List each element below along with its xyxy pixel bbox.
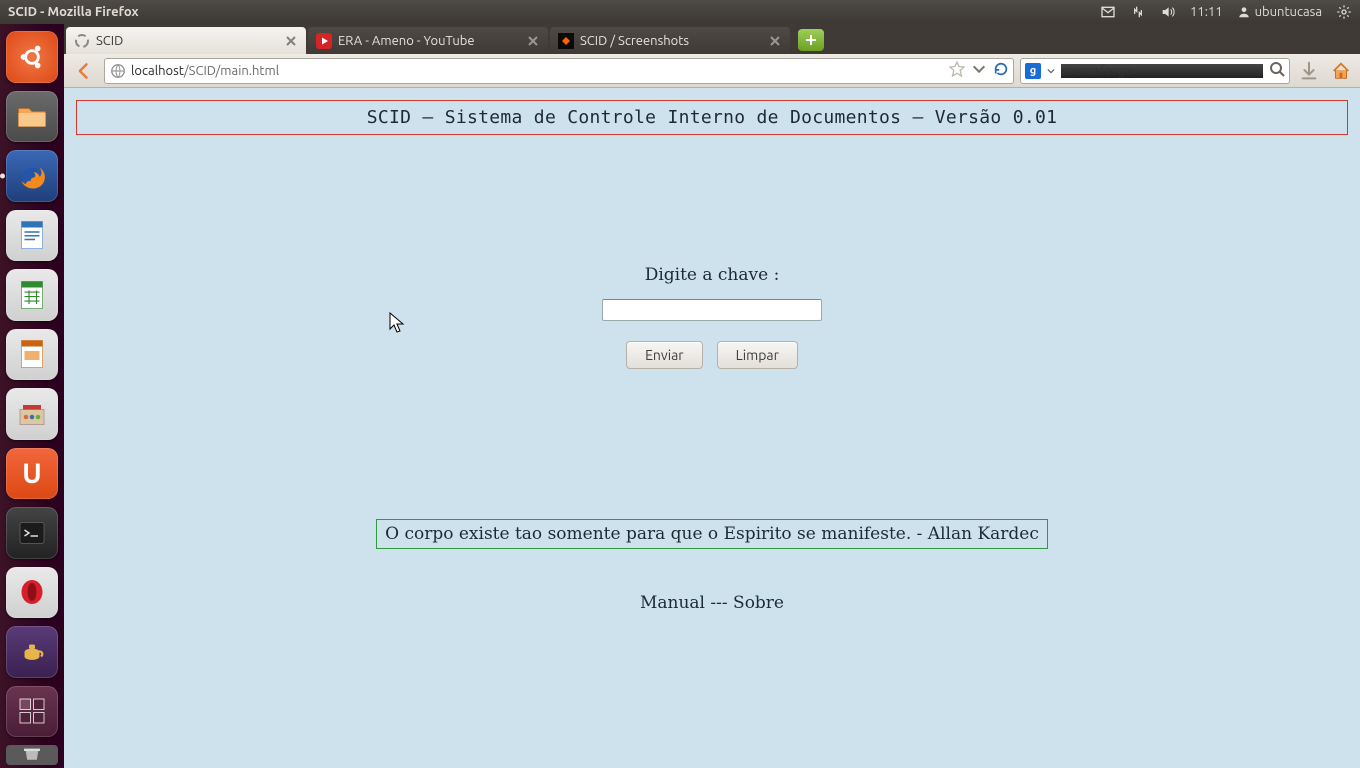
- volume-icon[interactable]: [1160, 4, 1176, 20]
- launcher-ubuntu-one[interactable]: U: [6, 448, 58, 500]
- launcher-terminal[interactable]: [6, 507, 58, 559]
- bookmark-star-icon[interactable]: [949, 61, 965, 80]
- search-bar[interactable]: g sourceforge: [1020, 58, 1290, 84]
- close-tab-icon[interactable]: [768, 34, 782, 48]
- about-link[interactable]: Sobre: [733, 593, 784, 613]
- youtube-favicon-icon: [316, 33, 332, 49]
- system-indicators: 11:11 ubuntucasa: [1100, 4, 1352, 20]
- firefox-window: SCID ERA - Ameno - YouTube SCID / Screen: [64, 24, 1360, 768]
- dropdown-history-icon[interactable]: [971, 61, 987, 80]
- manual-link[interactable]: Manual: [640, 593, 705, 613]
- home-button[interactable]: [1328, 58, 1354, 84]
- unity-launcher: U: [0, 24, 64, 768]
- tab-label: SCID: [96, 34, 278, 48]
- google-engine-icon[interactable]: g: [1025, 63, 1041, 79]
- back-button[interactable]: [70, 57, 98, 85]
- dash-home[interactable]: [6, 31, 58, 83]
- username: ubuntucasa: [1255, 5, 1322, 19]
- launcher-app-generic[interactable]: [6, 626, 58, 678]
- launcher-calc[interactable]: [6, 269, 58, 321]
- search-go-icon[interactable]: [1269, 61, 1285, 80]
- quote-box: O corpo existe tao somente para que o Es…: [376, 519, 1048, 549]
- tab-label: SCID / Screenshots: [580, 34, 762, 48]
- key-prompt: Digite a chave :: [76, 265, 1348, 285]
- window-title: SCID - Mozilla Firefox: [8, 5, 139, 19]
- launcher-workspaces[interactable]: [6, 686, 58, 738]
- launcher-trash[interactable]: [6, 745, 58, 765]
- tab-strip: SCID ERA - Ameno - YouTube SCID / Screen: [64, 24, 1360, 54]
- loading-favicon-icon: [74, 33, 90, 49]
- running-pip-icon: [0, 173, 5, 178]
- tab-scid[interactable]: SCID: [66, 27, 306, 54]
- gear-icon[interactable]: [1336, 4, 1352, 20]
- url-text: localhost/SCID/main.html: [131, 64, 945, 78]
- new-tab-button[interactable]: [798, 29, 824, 51]
- system-menu-bar: SCID - Mozilla Firefox 11:11 ubuntucasa: [0, 0, 1360, 24]
- sourceforge-favicon-icon: [558, 33, 574, 49]
- nav-toolbar: localhost/SCID/main.html g: [64, 54, 1360, 88]
- footer-links: Manual --- Sobre: [76, 593, 1348, 613]
- search-engine-dropdown-icon[interactable]: [1047, 64, 1055, 78]
- reload-button[interactable]: [993, 61, 1009, 80]
- launcher-files[interactable]: [6, 91, 58, 143]
- clock[interactable]: 11:11: [1190, 5, 1223, 19]
- app-banner: SCID — Sistema de Controle Interno de Do…: [76, 100, 1348, 135]
- launcher-writer[interactable]: [6, 210, 58, 262]
- launcher-impress[interactable]: [6, 329, 58, 381]
- site-identity-icon[interactable]: [109, 62, 127, 80]
- key-input[interactable]: [602, 299, 822, 321]
- tab-label: ERA - Ameno - YouTube: [338, 34, 520, 48]
- launcher-firefox[interactable]: [6, 150, 58, 202]
- close-tab-icon[interactable]: [526, 34, 540, 48]
- tab-sourceforge[interactable]: SCID / Screenshots: [550, 27, 790, 54]
- mail-icon[interactable]: [1100, 4, 1116, 20]
- launcher-opera[interactable]: [6, 567, 58, 619]
- downloads-button[interactable]: [1296, 58, 1322, 84]
- close-tab-icon[interactable]: [284, 34, 298, 48]
- network-icon[interactable]: [1130, 4, 1146, 20]
- launcher-software-center[interactable]: [6, 388, 58, 440]
- footer-sep: ---: [705, 593, 733, 613]
- search-term: sourceforge: [1061, 64, 1263, 78]
- key-form: Digite a chave : Enviar Limpar: [76, 265, 1348, 369]
- clear-button[interactable]: Limpar: [717, 341, 798, 369]
- url-bar[interactable]: localhost/SCID/main.html: [104, 58, 1014, 84]
- session-menu[interactable]: ubuntucasa: [1237, 5, 1322, 19]
- tab-youtube[interactable]: ERA - Ameno - YouTube: [308, 27, 548, 54]
- page-content: SCID — Sistema de Controle Interno de Do…: [64, 88, 1360, 768]
- submit-button[interactable]: Enviar: [626, 341, 703, 369]
